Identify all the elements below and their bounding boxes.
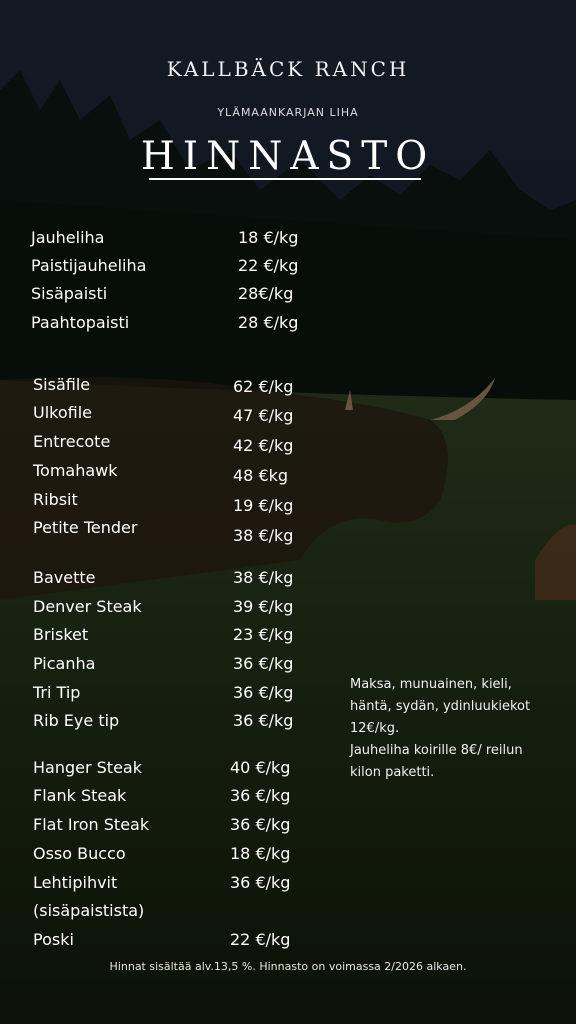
item-name: Paahtopaisti bbox=[31, 313, 130, 332]
item-price: 18 €/kg bbox=[230, 844, 291, 863]
item-price: 19 €/kg bbox=[233, 496, 294, 515]
item-price: 62 €/kg bbox=[233, 377, 294, 396]
note-line: Maksa, munuainen, kieli, bbox=[350, 677, 512, 692]
item-price: 36 €/kg bbox=[233, 683, 294, 702]
vat-validity-footer: Hinnat sisältää alv.13,5 %. Hinnasto on … bbox=[109, 960, 467, 973]
page-title: HINNASTO bbox=[140, 134, 436, 179]
item-name: Entrecote bbox=[33, 432, 111, 451]
item-name: Petite Tender bbox=[33, 518, 138, 537]
item-name: Rib Eye tip bbox=[33, 711, 120, 730]
item-price: 23 €/kg bbox=[233, 625, 294, 644]
item-price: 22 €/kg bbox=[238, 256, 299, 275]
item-name: Tomahawk bbox=[33, 461, 118, 480]
item-price: 40 €/kg bbox=[230, 758, 291, 777]
item-price: 22 €/kg bbox=[230, 930, 291, 949]
item-price: 48 €kg bbox=[233, 466, 289, 485]
item-name: Sisäpaisti bbox=[31, 284, 108, 303]
item-price: 28€/kg bbox=[238, 284, 294, 303]
item-price: 28 €/kg bbox=[238, 313, 299, 332]
item-name: Sisäfile bbox=[33, 375, 91, 394]
item-price: 38 €/kg bbox=[233, 526, 294, 545]
price-list-page: KALLBÄCK RANCH YLÄMAANKARJAN LIHA HINNAS… bbox=[0, 0, 576, 1024]
item-name: Denver Steak bbox=[33, 597, 142, 616]
item-name: Lehtipihvit bbox=[33, 873, 118, 892]
note-line: 12€/kg. bbox=[350, 721, 400, 736]
subtitle: YLÄMAANKARJAN LIHA bbox=[217, 106, 359, 119]
item-name: Picanha bbox=[33, 654, 96, 673]
item-price: 36 €/kg bbox=[233, 654, 294, 673]
note-line: häntä, sydän, ydinluukiekot bbox=[350, 699, 531, 714]
item-name: Poski bbox=[33, 930, 74, 949]
item-price: 36 €/kg bbox=[230, 873, 291, 892]
extras-note: Maksa, munuainen, kieli, häntä, sydän, y… bbox=[350, 674, 560, 784]
item-name: (sisäpaistista) bbox=[33, 901, 145, 920]
note-line: kilon paketti. bbox=[350, 765, 435, 780]
item-name: Flat Iron Steak bbox=[33, 815, 150, 834]
item-name: Osso Bucco bbox=[33, 844, 126, 863]
item-price: 36 €/kg bbox=[230, 815, 291, 834]
item-price: 36 €/kg bbox=[233, 711, 294, 730]
item-name: Paistijauheliha bbox=[31, 256, 147, 275]
item-price: 47 €/kg bbox=[233, 406, 294, 425]
brand-name: KALLBÄCK RANCH bbox=[166, 57, 410, 81]
item-price: 39 €/kg bbox=[233, 597, 294, 616]
item-name: Ulkofile bbox=[33, 403, 93, 422]
item-name: Jauheliha bbox=[31, 228, 105, 247]
item-name: Ribsit bbox=[33, 490, 78, 509]
item-price: 36 €/kg bbox=[230, 786, 291, 805]
item-name: Tri Tip bbox=[33, 683, 81, 702]
item-price: 18 €/kg bbox=[238, 228, 299, 247]
item-price: 38 €/kg bbox=[233, 568, 294, 587]
note-line: Jauheliha koirille 8€/ reilun bbox=[350, 743, 523, 758]
item-name: Hanger Steak bbox=[33, 758, 142, 777]
item-name: Bavette bbox=[33, 568, 96, 587]
title-underline bbox=[149, 178, 421, 180]
item-name: Flank Steak bbox=[33, 786, 127, 805]
item-name: Brisket bbox=[33, 625, 89, 644]
item-price: 42 €/kg bbox=[233, 436, 294, 455]
